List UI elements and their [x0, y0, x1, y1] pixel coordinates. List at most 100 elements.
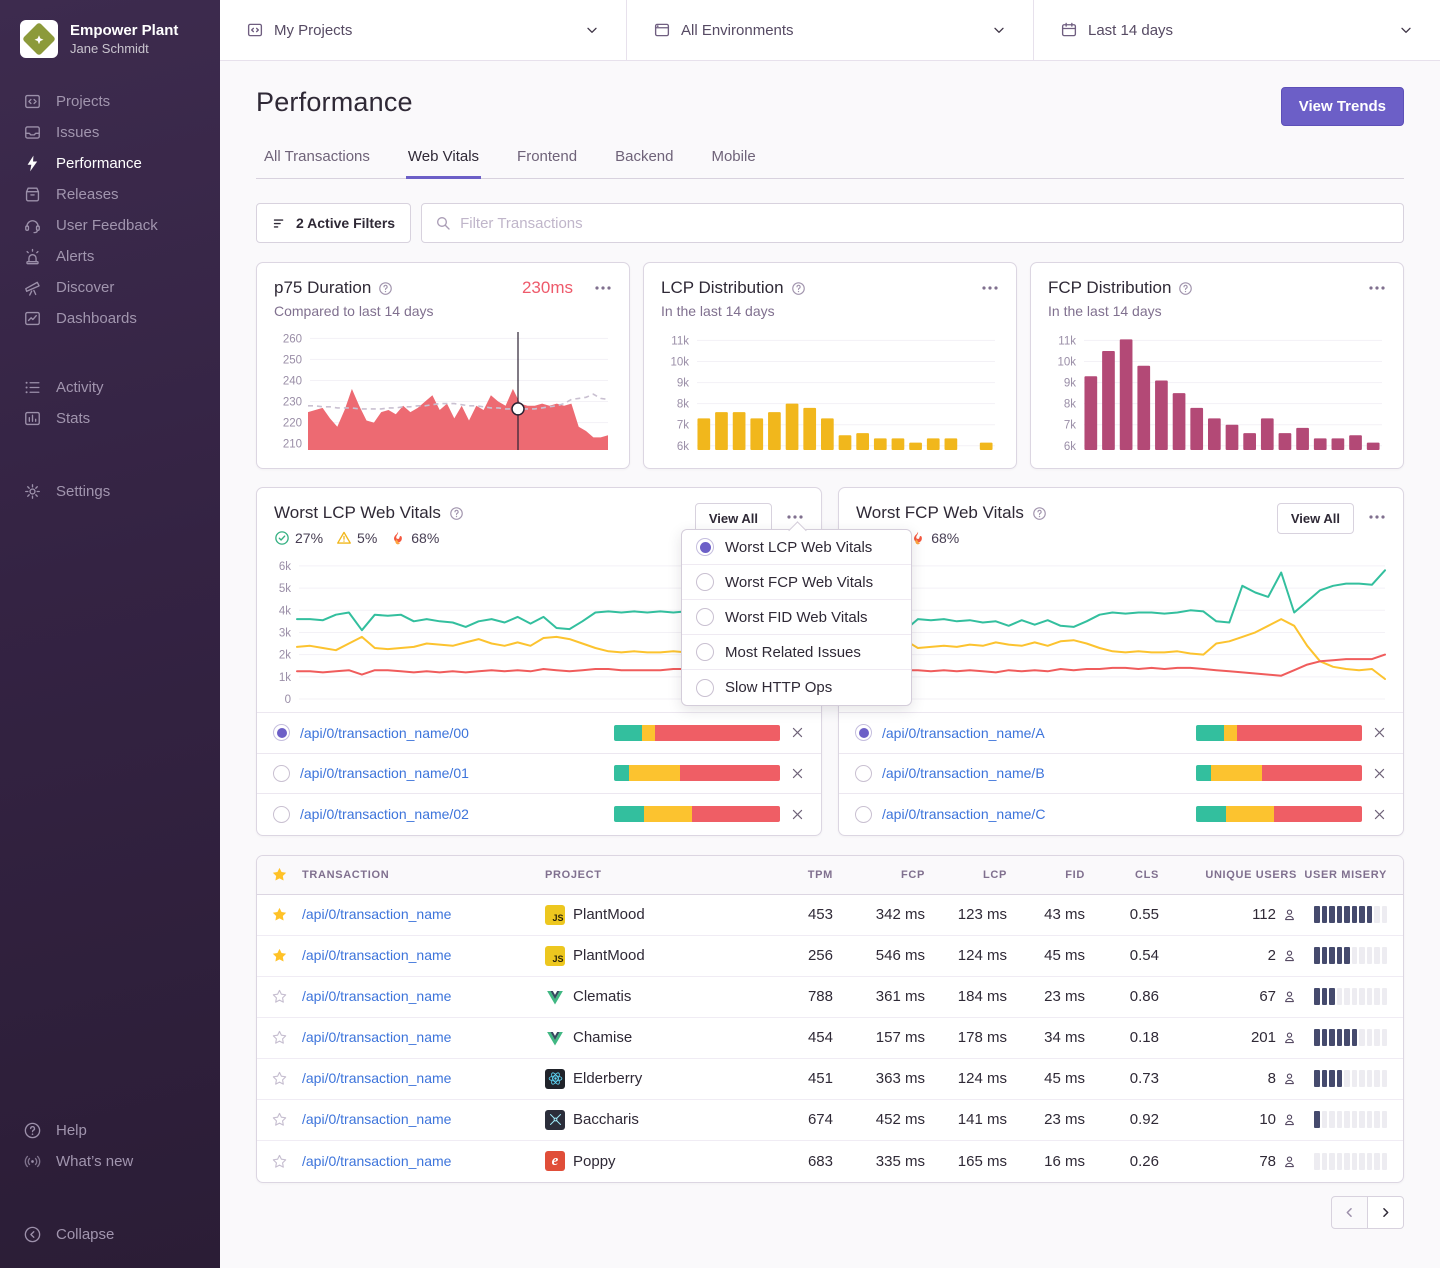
star-outline-icon[interactable] [271, 1111, 288, 1128]
sidebar-item-dashboards[interactable]: Dashboards [0, 303, 220, 334]
sidebar-item-help[interactable]: Help [0, 1115, 220, 1146]
picker-my-projects[interactable]: My Projects [220, 0, 627, 60]
menu-item-worst-fcp-web-vitals[interactable]: Worst FCP Web Vitals [682, 565, 911, 600]
view-all-button[interactable]: View All [1277, 503, 1354, 534]
ellipsis-menu-icon[interactable] [981, 281, 999, 295]
project-cell[interactable]: ePoppy [545, 1151, 773, 1171]
sidebar-item-user-feedback[interactable]: User Feedback [0, 210, 220, 241]
column-header-user-misery[interactable]: USER MISERY [1297, 869, 1403, 881]
ellipsis-menu-icon[interactable] [594, 281, 612, 295]
radio-unselected[interactable] [855, 765, 872, 782]
transaction-link[interactable]: /api/0/transaction_name/01 [300, 765, 469, 781]
close-icon[interactable] [1372, 766, 1387, 781]
prev-page-button[interactable] [1331, 1196, 1368, 1229]
project-cell[interactable]: Elderberry [545, 1069, 773, 1089]
worst-fcp-transaction-list: /api/0/transaction_name/A/api/0/transact… [839, 712, 1403, 835]
transaction-link[interactable]: /api/0/transaction_name [302, 906, 451, 922]
ellipsis-menu-icon[interactable] [1368, 510, 1386, 524]
fcp-value: 342 ms [837, 906, 929, 923]
transaction-link[interactable]: /api/0/transaction_name [302, 988, 451, 1004]
sidebar-item-alerts[interactable]: Alerts [0, 241, 220, 272]
transaction-link[interactable]: /api/0/transaction_name/A [882, 725, 1045, 741]
radio-selected[interactable] [855, 724, 872, 741]
column-header-cls[interactable]: CLS [1089, 869, 1163, 881]
radio-unselected[interactable] [696, 573, 714, 591]
sidebar-collapse-button[interactable]: Collapse [0, 1219, 220, 1250]
column-header-transaction[interactable]: TRANSACTION [302, 869, 545, 881]
star-outline-icon[interactable] [271, 1153, 288, 1170]
radio-selected[interactable] [273, 724, 290, 741]
help-circle-icon[interactable] [1032, 506, 1047, 521]
column-header-unique-users[interactable]: UNIQUE USERS [1163, 869, 1297, 881]
radio-unselected[interactable] [696, 643, 714, 661]
picker-last-14-days[interactable]: Last 14 days [1034, 0, 1440, 60]
menu-item-worst-fid-web-vitals[interactable]: Worst FID Web Vitals [682, 600, 911, 635]
column-header-lcp[interactable]: LCP [929, 869, 1011, 881]
active-filters-button[interactable]: 2 Active Filters [256, 203, 411, 243]
transaction-link[interactable]: /api/0/transaction_name/00 [300, 725, 469, 741]
picker-all-environments[interactable]: All Environments [627, 0, 1034, 60]
transaction-link[interactable]: /api/0/transaction_name [302, 1111, 451, 1127]
menu-item-most-related-issues[interactable]: Most Related Issues [682, 635, 911, 670]
project-cell[interactable]: JSPlantMood [545, 946, 773, 966]
close-icon[interactable] [790, 766, 805, 781]
transaction-link[interactable]: /api/0/transaction_name [302, 1029, 451, 1045]
star-outline-icon[interactable] [271, 1029, 288, 1046]
radio-unselected[interactable] [696, 679, 714, 697]
sidebar-item-releases[interactable]: Releases [0, 179, 220, 210]
tab-backend[interactable]: Backend [613, 148, 675, 179]
tab-mobile[interactable]: Mobile [709, 148, 757, 179]
sidebar-item-discover[interactable]: Discover [0, 272, 220, 303]
help-circle-icon[interactable] [1178, 281, 1193, 296]
star-outline-icon[interactable] [271, 1070, 288, 1087]
radio-unselected[interactable] [273, 806, 290, 823]
sidebar-item-projects[interactable]: Projects [0, 86, 220, 117]
radio-unselected[interactable] [855, 806, 872, 823]
close-icon[interactable] [790, 725, 805, 740]
tab-frontend[interactable]: Frontend [515, 148, 579, 179]
sidebar-item-stats[interactable]: Stats [0, 403, 220, 434]
column-header-tpm[interactable]: TPM [773, 869, 837, 881]
transaction-link[interactable]: /api/0/transaction_name [302, 1070, 451, 1086]
project-cell[interactable]: JSPlantMood [545, 905, 773, 925]
transaction-link[interactable]: /api/0/transaction_name/C [882, 806, 1045, 822]
menu-item-slow-http-ops[interactable]: Slow HTTP Ops [682, 670, 911, 705]
next-page-button[interactable] [1367, 1196, 1404, 1229]
star-filled-icon[interactable] [271, 906, 288, 923]
tab-web-vitals[interactable]: Web Vitals [406, 148, 481, 179]
project-cell[interactable]: Baccharis [545, 1110, 773, 1130]
org-switcher[interactable]: Empower Plant Jane Schmidt [0, 14, 220, 72]
search-input[interactable] [460, 215, 1390, 232]
sidebar-item-activity[interactable]: Activity [0, 372, 220, 403]
project-cell[interactable]: Chamise [545, 1028, 773, 1048]
transaction-link[interactable]: /api/0/transaction_name [302, 1153, 451, 1169]
radio-unselected[interactable] [273, 765, 290, 782]
close-icon[interactable] [790, 807, 805, 822]
sidebar-item-issues[interactable]: Issues [0, 117, 220, 148]
radio-unselected[interactable] [696, 608, 714, 626]
transaction-link[interactable]: /api/0/transaction_name [302, 947, 451, 963]
help-circle-icon[interactable] [378, 281, 393, 296]
p75-value: 230ms [522, 278, 573, 298]
menu-item-worst-lcp-web-vitals[interactable]: Worst LCP Web Vitals [682, 530, 911, 565]
project-cell[interactable]: Clematis [545, 987, 773, 1007]
tab-all-transactions[interactable]: All Transactions [262, 148, 372, 179]
close-icon[interactable] [1372, 725, 1387, 740]
column-header-project[interactable]: PROJECT [545, 869, 773, 881]
help-circle-icon[interactable] [791, 281, 806, 296]
star-outline-icon[interactable] [271, 988, 288, 1005]
sidebar-item-what-s-new[interactable]: What’s new [0, 1146, 220, 1177]
radio-selected[interactable] [696, 538, 714, 556]
ellipsis-menu-icon[interactable] [1368, 281, 1386, 295]
transaction-link[interactable]: /api/0/transaction_name/02 [300, 806, 469, 822]
sidebar-item-performance[interactable]: Performance [0, 148, 220, 179]
view-trends-button[interactable]: View Trends [1281, 87, 1404, 126]
sidebar-item-settings[interactable]: Settings [0, 476, 220, 507]
column-header-fcp[interactable]: FCP [837, 869, 929, 881]
star-filled-icon[interactable] [271, 947, 288, 964]
help-circle-icon[interactable] [449, 506, 464, 521]
close-icon[interactable] [1372, 807, 1387, 822]
transaction-link[interactable]: /api/0/transaction_name/B [882, 765, 1045, 781]
column-header-fid[interactable]: FID [1011, 869, 1089, 881]
star-header-icon[interactable] [271, 866, 288, 883]
